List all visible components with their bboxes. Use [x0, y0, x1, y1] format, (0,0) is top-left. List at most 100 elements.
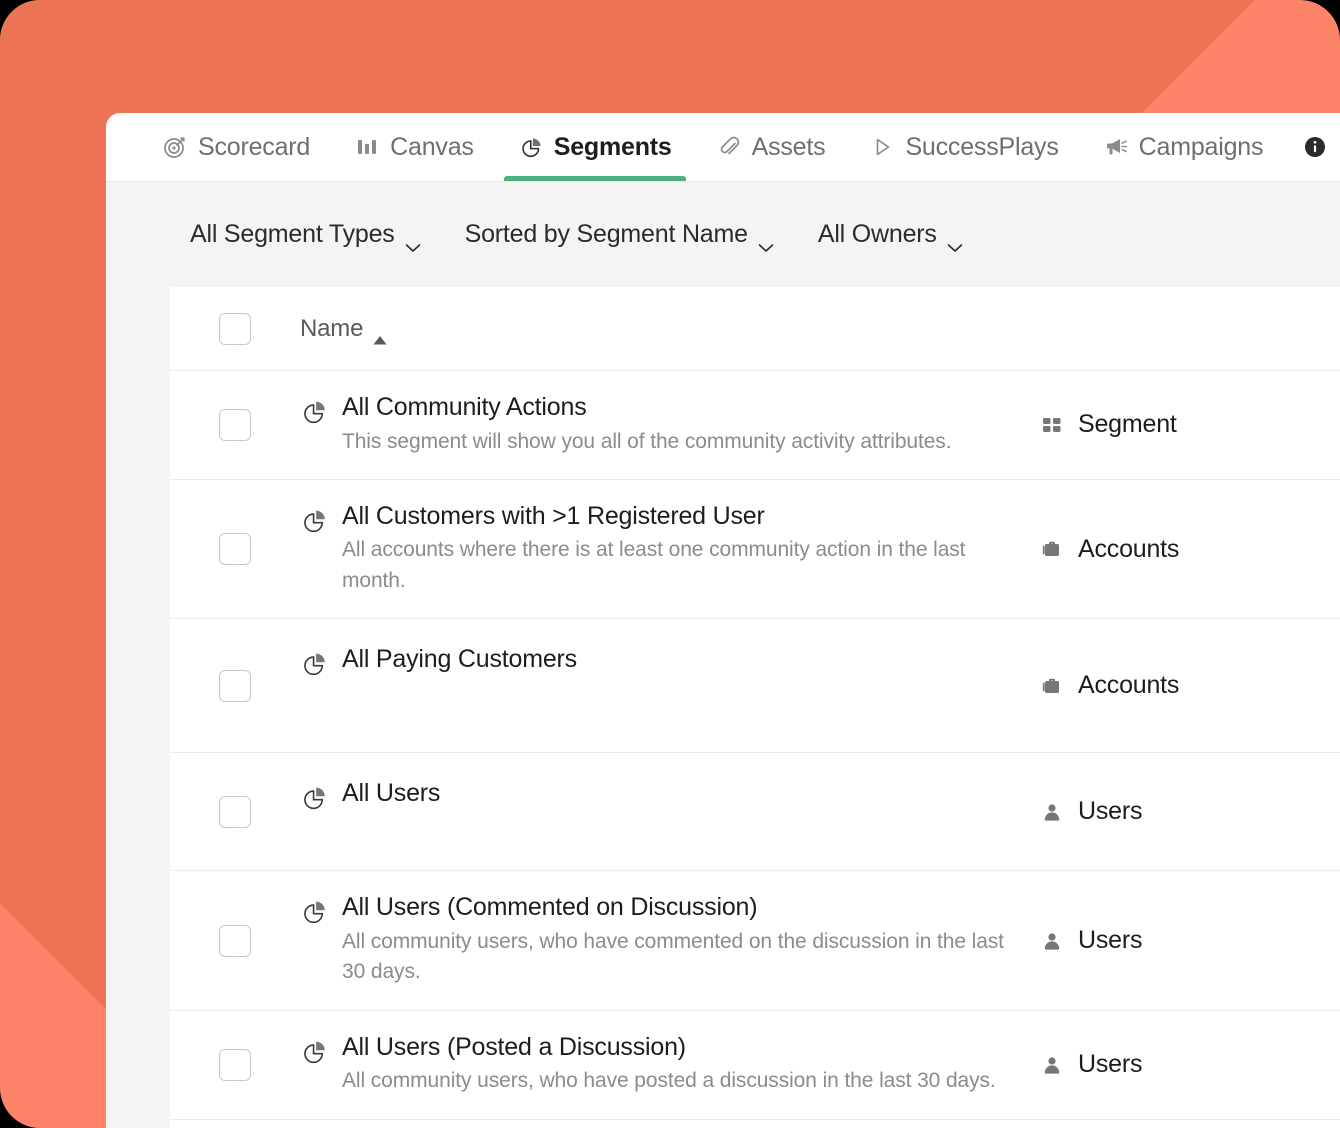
row-name-cell: All Users (Commented on Discussion) All …	[300, 871, 1040, 1009]
pie-chart-icon	[518, 134, 544, 160]
row-name-cell: All Users (Posted an Idea)	[300, 1120, 1040, 1128]
segment-name: All Customers with >1 Registered User	[342, 501, 765, 530]
name-column-header[interactable]: Name	[300, 314, 1040, 345]
filter-owners[interactable]: All Owners	[817, 219, 963, 252]
row-checkbox[interactable]	[219, 408, 251, 441]
filter-segment-types[interactable]: All Segment Types	[190, 219, 421, 252]
pie-chart-icon	[300, 1038, 328, 1066]
tab-label: Assets	[751, 132, 826, 161]
segment-type-label: Users	[1078, 926, 1143, 954]
pie-chart-icon	[300, 898, 328, 926]
segment-name: All Paying Customers	[342, 645, 577, 674]
tab-label: Scorecard	[198, 132, 311, 161]
pie-chart-icon	[300, 650, 328, 678]
tab-label: Campaigns	[1138, 132, 1264, 161]
main-tab-bar: Scorecard Canvas Segments Assets Success…	[106, 113, 1340, 181]
row-type-cell: Accounts	[1040, 513, 1340, 586]
select-all-cell	[170, 312, 300, 345]
tab-label: Segments	[553, 132, 672, 161]
tab-canvas[interactable]: Canvas	[332, 113, 496, 181]
table-row[interactable]: All Users (Posted an Idea)	[170, 1119, 1340, 1128]
row-name-cell: All Community Actions This segment will …	[300, 371, 1040, 479]
tab-label: Canvas	[390, 132, 474, 161]
chevron-down-icon	[405, 231, 421, 252]
segment-description: All community users, who have posted a d…	[342, 1069, 996, 1093]
column-header-label: Name	[300, 314, 364, 342]
segment-description: All community users, who have commented …	[342, 929, 1004, 984]
row-type-cell: Users	[1040, 775, 1340, 848]
segment-type-label: Accounts	[1078, 671, 1180, 700]
table-row[interactable]: All Customers with >1 Registered User Al…	[170, 479, 1340, 620]
row-checkbox[interactable]	[219, 795, 251, 828]
row-type-cell: Users	[1040, 1028, 1340, 1101]
chevron-down-icon	[947, 231, 963, 252]
row-select-cell	[170, 669, 300, 702]
filter-label: Sorted by Segment Name	[464, 219, 748, 248]
person-icon	[1040, 800, 1064, 824]
segment-type-label: Segment	[1078, 410, 1177, 439]
table-row[interactable]: All Community Actions This segment will …	[170, 371, 1340, 480]
tab-segments[interactable]: Segments	[496, 113, 694, 181]
screenshot-root: Scorecard Canvas Segments Assets Success…	[0, 0, 1340, 1128]
active-tab-underline	[503, 176, 686, 181]
row-type-cell: Accounts	[1040, 649, 1340, 722]
table-row[interactable]: All Users (Commented on Discussion) All …	[170, 871, 1340, 1011]
segment-description: This segment will show you all of the co…	[342, 429, 952, 453]
megaphone-icon	[1103, 134, 1129, 160]
table-header-row: Name	[170, 287, 1340, 371]
select-all-checkbox[interactable]	[219, 312, 251, 345]
play-icon	[869, 134, 895, 160]
app-window: Scorecard Canvas Segments Assets Success…	[106, 113, 1340, 1128]
chevron-down-icon	[758, 231, 774, 252]
row-name-cell: All Users	[300, 753, 1040, 834]
row-checkbox[interactable]	[219, 924, 251, 957]
paperclip-icon	[716, 134, 742, 160]
tab-successplays[interactable]: SuccessPlays	[847, 113, 1080, 181]
person-icon	[1040, 929, 1064, 953]
pie-chart-icon	[300, 398, 328, 426]
filter-label: All Segment Types	[190, 219, 395, 248]
segment-type-label: Users	[1078, 1050, 1143, 1079]
row-checkbox[interactable]	[219, 1048, 251, 1081]
row-type-cell: Segment	[1040, 388, 1340, 461]
pie-chart-icon	[300, 784, 328, 812]
person-icon	[1040, 1053, 1064, 1077]
row-checkbox[interactable]	[219, 533, 251, 566]
segment-name: All Users (Posted a Discussion)	[342, 1032, 686, 1061]
filter-sort[interactable]: Sorted by Segment Name	[464, 219, 774, 252]
table-row[interactable]: All Users (Posted a Discussion) All comm…	[170, 1010, 1340, 1120]
target-icon	[162, 134, 188, 160]
row-select-cell	[170, 408, 300, 441]
segment-type-label: Accounts	[1078, 534, 1180, 563]
tab-scorecard[interactable]: Scorecard	[140, 113, 332, 181]
tab-assets[interactable]: Assets	[694, 113, 848, 181]
grid-squares-icon	[1040, 413, 1064, 437]
filter-bar: All Segment Types Sorted by Segment Name…	[106, 181, 1340, 287]
row-checkbox[interactable]	[219, 669, 251, 702]
info-icon[interactable]	[1302, 134, 1328, 160]
tab-bar-actions	[1302, 113, 1340, 181]
row-name-cell: All Customers with >1 Registered User Al…	[300, 480, 1040, 618]
row-select-cell	[170, 795, 300, 828]
table-row[interactable]: All Paying Customers Accounts	[170, 619, 1340, 754]
segment-name: All Users (Commented on Discussion)	[342, 893, 758, 922]
pie-chart-icon	[300, 507, 328, 535]
row-name-cell: All Paying Customers	[300, 619, 1040, 700]
row-select-cell	[170, 1048, 300, 1081]
row-type-cell: Users	[1040, 904, 1340, 977]
segment-type-label: Users	[1078, 797, 1143, 826]
row-select-cell	[170, 924, 300, 957]
briefcase-icon	[1040, 537, 1064, 561]
bar-chart-icon	[354, 134, 380, 160]
segment-name: All Users	[342, 779, 441, 808]
row-select-cell	[170, 533, 300, 566]
row-name-cell: All Users (Posted a Discussion) All comm…	[300, 1011, 1040, 1119]
filter-label: All Owners	[817, 219, 937, 248]
type-column-header	[1040, 307, 1340, 351]
table-row[interactable]: All Users Users	[170, 753, 1340, 872]
tab-label: SuccessPlays	[905, 132, 1059, 161]
segments-table: Name All Community Actions This segment …	[170, 287, 1340, 1128]
briefcase-icon	[1040, 674, 1064, 698]
caret-up-icon	[373, 324, 387, 345]
tab-campaigns[interactable]: Campaigns	[1081, 113, 1286, 181]
